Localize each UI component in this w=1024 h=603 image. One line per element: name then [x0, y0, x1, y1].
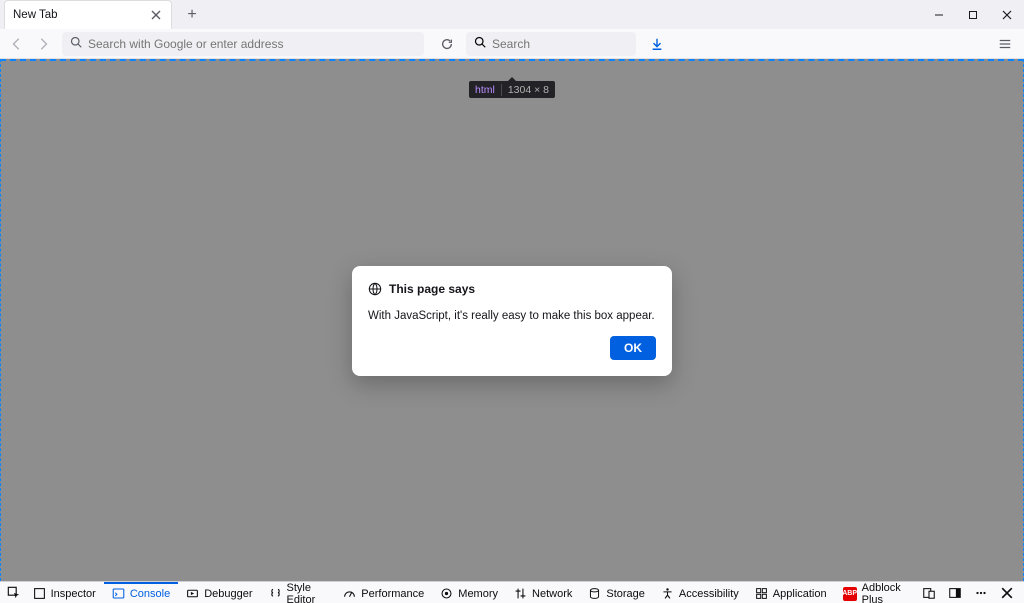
reload-button[interactable] — [436, 33, 458, 55]
dialog-message: With JavaScript, it's really easy to mak… — [368, 310, 656, 322]
app-menu-button[interactable] — [994, 33, 1016, 55]
devtools-tab-application[interactable]: Application — [747, 582, 835, 603]
devtools-tab-label: Performance — [361, 588, 424, 600]
tab-strip: New Tab + — [0, 0, 1024, 29]
url-input[interactable] — [88, 37, 416, 51]
devtools-more-button[interactable] — [968, 582, 994, 603]
new-tab-button[interactable]: + — [178, 1, 206, 29]
devtools-tab-label: Style Editor — [287, 582, 328, 603]
search-input[interactable] — [492, 37, 628, 51]
devtools-tab-style-editor[interactable]: Style Editor — [261, 582, 336, 603]
search-icon — [70, 35, 82, 53]
tab-title: New Tab — [13, 9, 149, 21]
network-icon — [514, 587, 527, 600]
devtools-tab-accessibility[interactable]: Accessibility — [653, 582, 747, 603]
devtools-tab-label: Inspector — [51, 588, 96, 600]
devtools-tab-label: Console — [130, 588, 170, 600]
responsive-design-button[interactable] — [916, 582, 942, 603]
close-tab-icon[interactable] — [149, 8, 163, 22]
pick-element-button[interactable] — [4, 582, 25, 603]
accessibility-icon — [661, 587, 674, 600]
devtools-tab-label: Storage — [606, 588, 645, 600]
devtools-toolbar: Inspector Console Debugger Style Editor … — [0, 581, 1024, 603]
minimize-button[interactable] — [922, 0, 956, 29]
window-controls — [922, 0, 1024, 29]
globe-icon — [368, 282, 382, 296]
application-icon — [755, 587, 768, 600]
debugger-icon — [186, 587, 199, 600]
memory-icon — [440, 587, 453, 600]
devtools-tab-label: Network — [532, 588, 572, 600]
forward-button[interactable] — [32, 33, 54, 55]
maximize-button[interactable] — [956, 0, 990, 29]
devtools-tab-label: Application — [773, 588, 827, 600]
dialog-actions: OK — [368, 336, 656, 360]
devtools-tab-label: Accessibility — [679, 588, 739, 600]
tooltip-tag: html — [469, 84, 502, 96]
storage-icon — [588, 587, 601, 600]
abp-icon: ABP — [843, 587, 857, 601]
style-editor-icon — [269, 587, 282, 600]
devtools-close-button[interactable] — [994, 582, 1020, 603]
inspector-size-tooltip: html 1304 × 8 — [469, 81, 555, 98]
toolbar — [0, 29, 1024, 59]
devtools-tab-debugger[interactable]: Debugger — [178, 582, 260, 603]
devtools-tab-inspector[interactable]: Inspector — [25, 582, 104, 603]
devtools-tab-label: Memory — [458, 588, 498, 600]
devtools-tab-label: Debugger — [204, 588, 252, 600]
devtools-tab-memory[interactable]: Memory — [432, 582, 506, 603]
devtools-tab-storage[interactable]: Storage — [580, 582, 653, 603]
performance-icon — [343, 587, 356, 600]
browser-tab[interactable]: New Tab — [4, 0, 172, 29]
search-bar[interactable] — [466, 32, 636, 56]
alert-dialog: This page says With JavaScript, it's rea… — [352, 266, 672, 376]
tooltip-dimensions: 1304 × 8 — [502, 84, 555, 96]
back-button[interactable] — [6, 33, 28, 55]
devtools-tab-adblock-plus[interactable]: ABP Adblock Plus — [835, 582, 916, 603]
dialog-header: This page says — [368, 282, 656, 296]
page-viewport: html 1304 × 8 This page says With JavaSc… — [0, 59, 1024, 581]
console-icon — [112, 587, 125, 600]
dialog-title: This page says — [389, 282, 475, 296]
search-icon — [474, 35, 486, 53]
downloads-button[interactable] — [646, 33, 668, 55]
devtools-tab-label: Adblock Plus — [862, 582, 908, 603]
devtools-tab-console[interactable]: Console — [104, 582, 178, 603]
close-window-button[interactable] — [990, 0, 1024, 29]
devtools-tab-performance[interactable]: Performance — [335, 582, 432, 603]
ok-button[interactable]: OK — [610, 336, 656, 360]
devtools-tab-network[interactable]: Network — [506, 582, 580, 603]
inspector-icon — [33, 587, 46, 600]
url-bar[interactable] — [62, 32, 424, 56]
dock-side-button[interactable] — [942, 582, 968, 603]
